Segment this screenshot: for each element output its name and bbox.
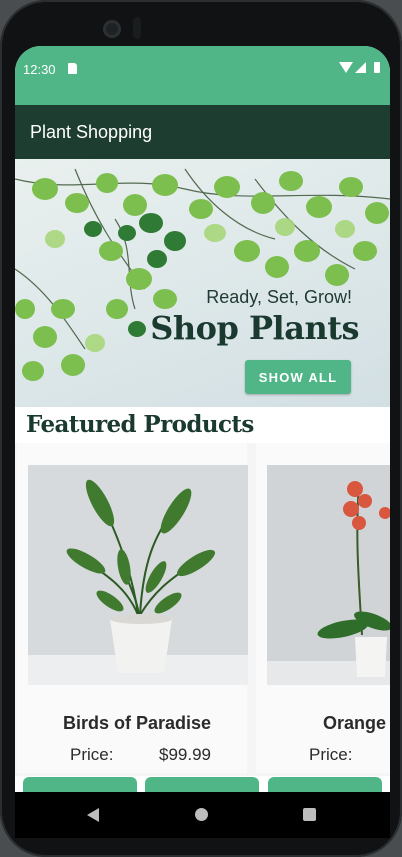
price-value: $99.99 [159, 745, 211, 764]
front-camera [103, 20, 121, 38]
status-bar: 12:30 [15, 46, 390, 105]
proximity-sensor [133, 17, 141, 39]
product-name: Birds of Paradise [62, 713, 212, 733]
product-image [28, 465, 248, 685]
hero-title: Shop Plants [150, 309, 359, 347]
signal-icon [355, 62, 366, 73]
app-bar: Plant Shopping [15, 105, 390, 159]
product-name: Orange Phal [322, 713, 390, 733]
products-carousel[interactable]: Birds of Paradise Price: $99.99 Orange P… [15, 443, 390, 776]
app-title: Plant Shopping [30, 122, 153, 142]
system-navigation-bar [15, 792, 390, 838]
product-image [267, 465, 390, 685]
hero-banner: Ready, Set, Grow! Shop Plants SHOW ALL [15, 159, 390, 407]
price-label: Price: [309, 745, 353, 764]
product-card[interactable]: Birds of Paradise Price: $99.99 [17, 443, 248, 773]
featured-products-heading: Featured Products [26, 411, 254, 438]
back-icon[interactable] [87, 808, 99, 822]
battery-icon [374, 62, 380, 73]
product-action-button[interactable] [268, 777, 382, 792]
phone-frame: 12:30 Plant Shopping Ready, Set, Grow! S… [0, 0, 402, 857]
app-screen: 12:30 Plant Shopping Ready, Set, Grow! S… [15, 46, 390, 792]
product-action-button[interactable] [145, 777, 259, 792]
hero-subtitle: Ready, Set, Grow! [206, 287, 352, 307]
wifi-icon [339, 62, 353, 73]
sd-card-icon [68, 63, 77, 74]
price-label: Price: [70, 745, 114, 764]
status-time: 12:30 [23, 62, 56, 77]
show-all-button[interactable]: SHOW ALL [245, 360, 351, 394]
product-action-button[interactable] [23, 777, 137, 792]
home-icon[interactable] [195, 808, 208, 821]
recent-apps-icon[interactable] [303, 808, 316, 821]
product-card[interactable]: Orange Phal Price: [256, 443, 390, 773]
